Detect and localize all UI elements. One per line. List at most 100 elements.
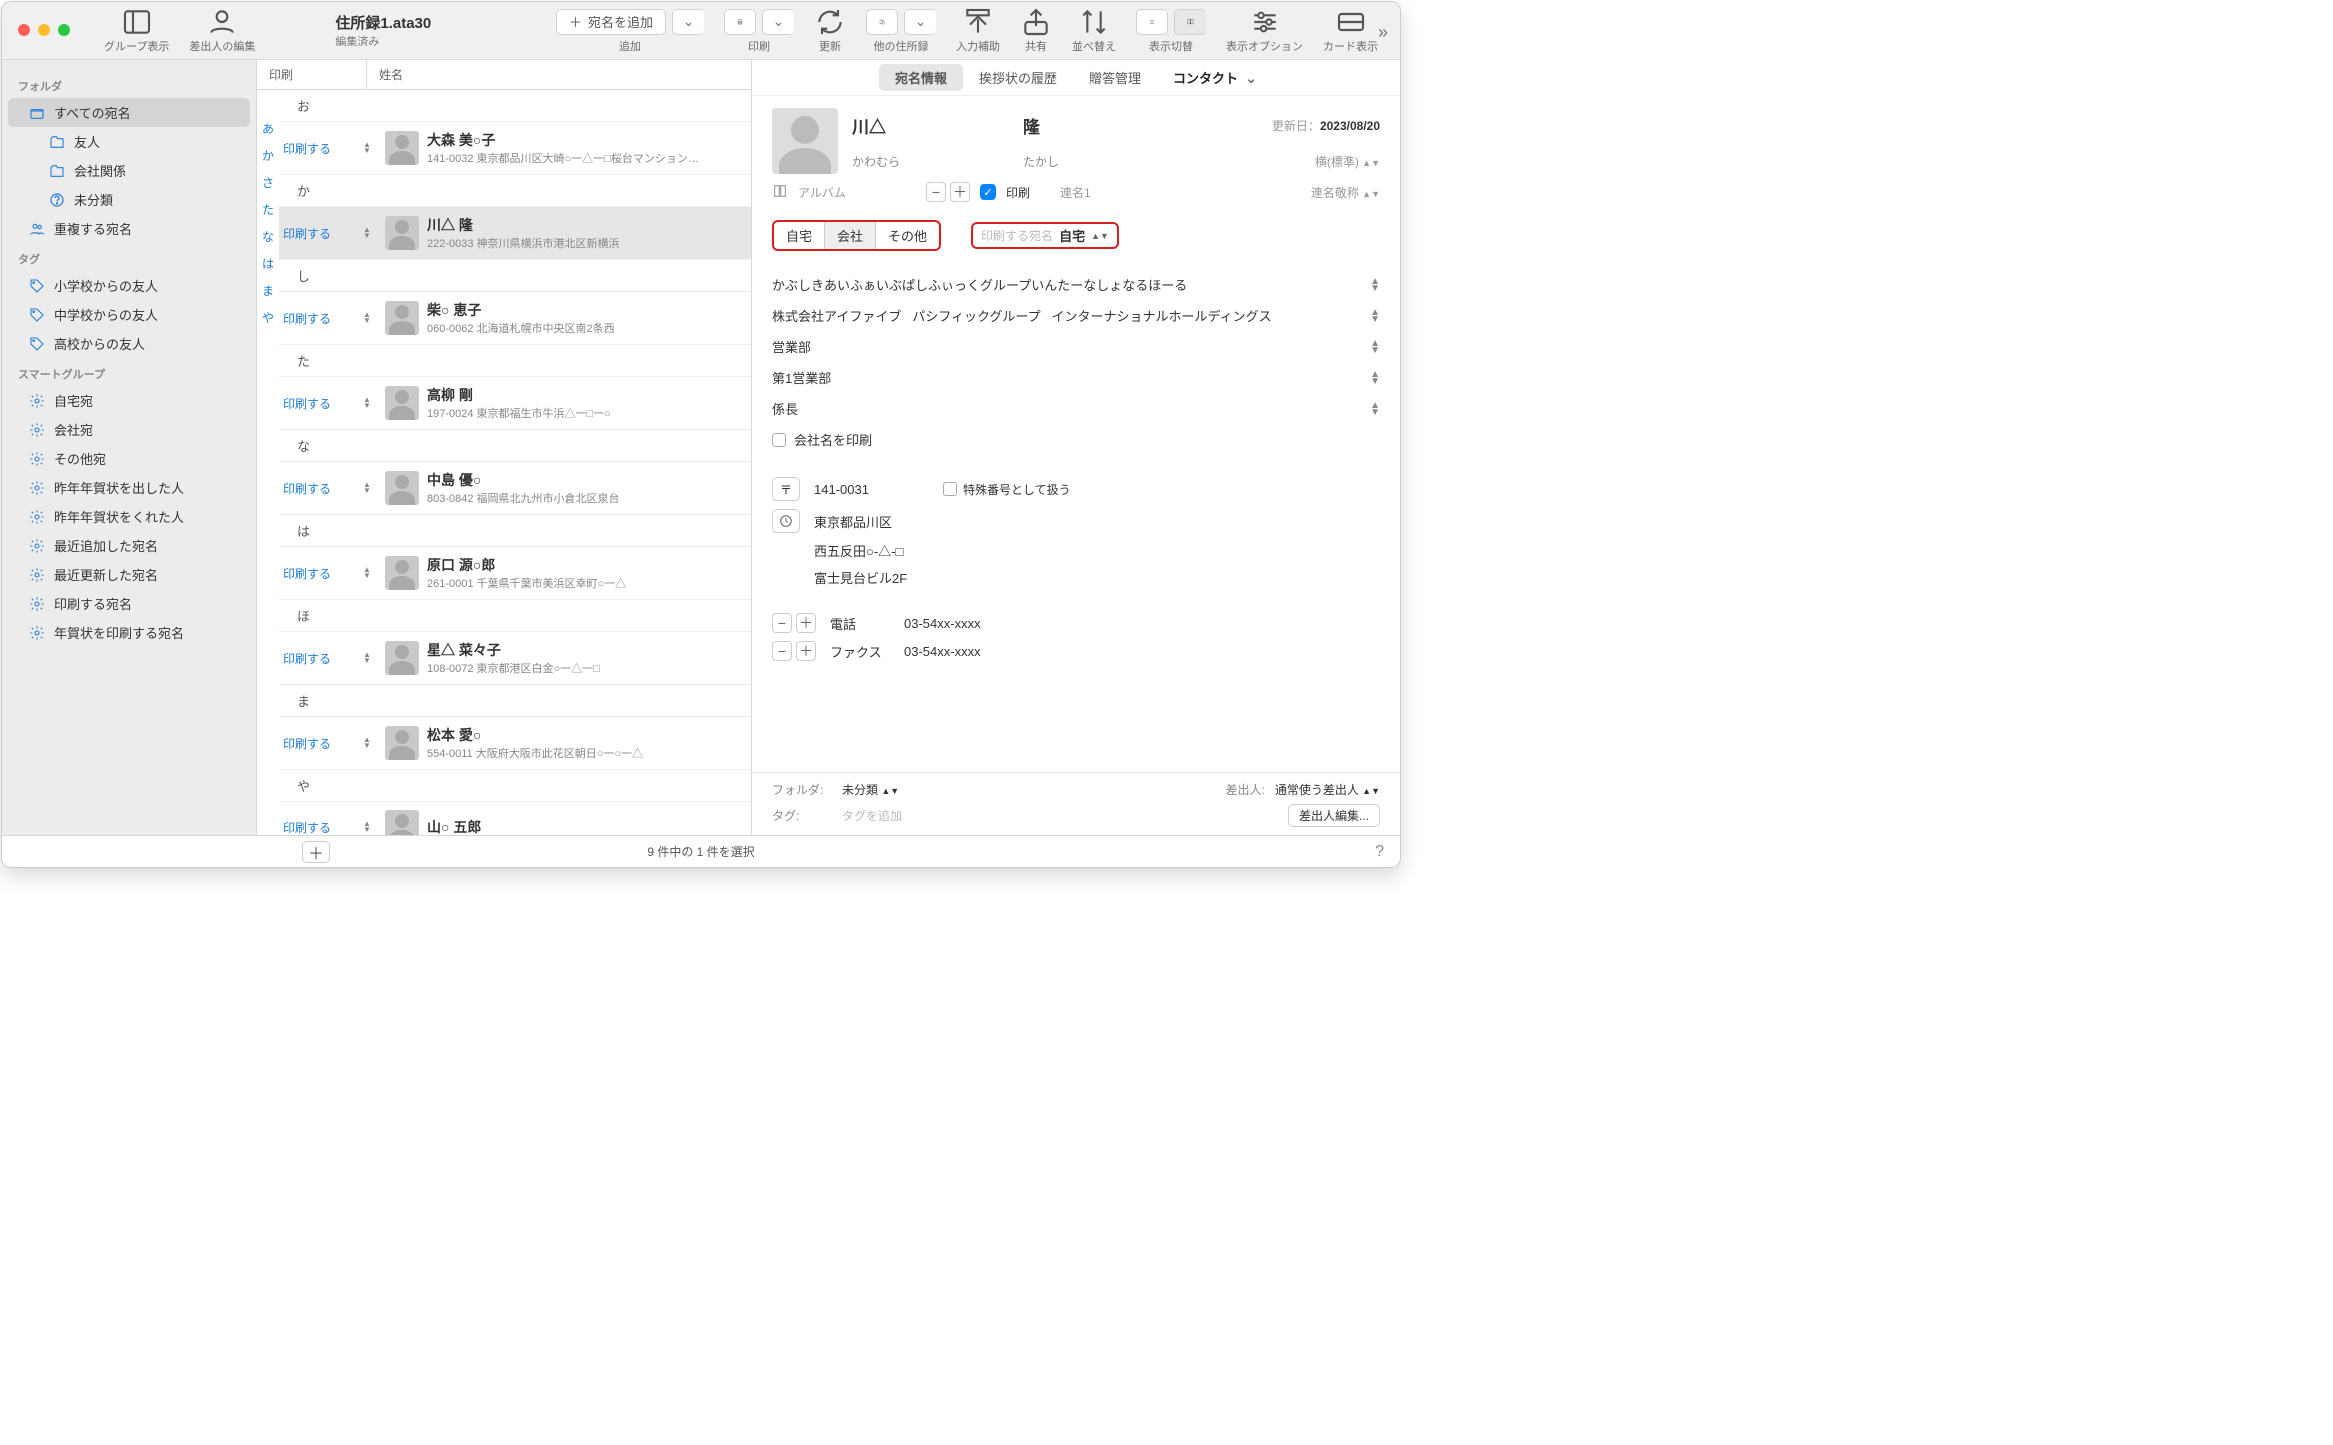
list-row[interactable]: 印刷する ▲▼ 原口 源○郎261-0001 千葉県千葉市美浜区幸町○一△ xyxy=(279,547,751,600)
phone-value[interactable]: 03-54xx-xxxx xyxy=(904,616,981,631)
sort-handle[interactable]: ▲▼ xyxy=(357,821,377,833)
sidebar-smart-3[interactable]: その他宛 xyxy=(8,444,250,473)
print-checkbox[interactable]: ✓ xyxy=(980,184,996,200)
sort-handle[interactable]: ▲▼ xyxy=(357,142,377,154)
tab-contact[interactable]: コンタクト ⌄ xyxy=(1157,64,1273,91)
input-assist-icon[interactable] xyxy=(962,9,994,35)
print-dropdown[interactable]: ⌄ xyxy=(762,9,794,35)
sidebar-smart-8[interactable]: 印刷する宛名 xyxy=(8,589,250,618)
view-list-icon[interactable] xyxy=(1136,9,1168,35)
overflow-icon[interactable]: » xyxy=(1378,22,1388,43)
sort-handle[interactable]: ▲▼ xyxy=(357,227,377,239)
print-toggle[interactable]: 印刷する xyxy=(279,310,357,327)
stepper-icon[interactable]: ▲▼ xyxy=(1370,309,1380,323)
company-kana[interactable]: かぶしきあいふぁいぶぱしふぃっくグループいんたーなしょなるほーる xyxy=(772,275,1370,294)
seg-other[interactable]: その他 xyxy=(876,222,939,249)
sidebar-item-unclassified[interactable]: 未分類 xyxy=(8,185,250,214)
orientation-select[interactable]: 横(標準) ▲▼ xyxy=(1194,153,1380,170)
help-icon[interactable]: ? xyxy=(1375,843,1384,861)
plus-button[interactable]: ＋ xyxy=(796,641,816,661)
sidebar-smart-5[interactable]: 昨年年賀状をくれた人 xyxy=(8,502,250,531)
job-title[interactable]: 係長 xyxy=(772,399,1370,418)
sidebar-smart-9[interactable]: 年賀状を印刷する宛名 xyxy=(8,618,250,647)
sidebar-tag-1[interactable]: 小学校からの友人 xyxy=(8,271,250,300)
seg-home[interactable]: 自宅 xyxy=(774,222,825,249)
sidebar-item-duplicates[interactable]: 重複する宛名 xyxy=(8,214,250,243)
plus-button[interactable]: ＋ xyxy=(796,613,816,633)
list-row[interactable]: 印刷する ▲▼ 松本 愛○554-0011 大阪府大阪市此花区朝日○一○一△ xyxy=(279,717,751,770)
sidebar-smart-2[interactable]: 会社宛 xyxy=(8,415,250,444)
dept1[interactable]: 営業部 xyxy=(772,337,1370,356)
sort-handle[interactable]: ▲▼ xyxy=(357,737,377,749)
given-kana[interactable]: たかし xyxy=(1023,153,1178,170)
minus-button[interactable]: − xyxy=(772,613,792,633)
dept2[interactable]: 第1営業部 xyxy=(772,368,1370,387)
sidebar-smart-4[interactable]: 昨年年賀状を出した人 xyxy=(8,473,250,502)
zip[interactable]: 141-0031 xyxy=(814,482,869,497)
list-row[interactable]: 印刷する ▲▼ 柴○ 恵子060-0062 北海道札幌市中央区南2条西 xyxy=(279,292,751,345)
addr-line1[interactable]: 東京都品川区 xyxy=(814,512,892,531)
print-toggle[interactable]: 印刷する xyxy=(279,819,357,836)
list-col-name[interactable]: 姓名 xyxy=(367,66,403,83)
sidebar-smart-7[interactable]: 最近更新した宛名 xyxy=(8,560,250,589)
sidebar-tag-2[interactable]: 中学校からの友人 xyxy=(8,300,250,329)
sort-handle[interactable]: ▲▼ xyxy=(357,567,377,579)
album-label[interactable]: アルバム xyxy=(798,184,846,201)
stepper-icon[interactable]: ▲▼ xyxy=(1370,371,1380,385)
fax-value[interactable]: 03-54xx-xxxx xyxy=(904,644,981,659)
seg-office[interactable]: 会社 xyxy=(825,222,876,249)
plus-button[interactable]: ＋ xyxy=(950,182,970,202)
sort-handle[interactable]: ▲▼ xyxy=(357,312,377,324)
print-toggle[interactable]: 印刷する xyxy=(279,735,357,752)
print-destination-select[interactable]: 印刷する宛名 自宅 ▲▼ xyxy=(971,222,1119,249)
sidebar-item-all[interactable]: すべての宛名 xyxy=(8,98,250,127)
close-window[interactable] xyxy=(18,24,30,36)
sidebar-smart-6[interactable]: 最近追加した宛名 xyxy=(8,531,250,560)
checkbox-empty[interactable] xyxy=(943,482,957,496)
sort-icon[interactable] xyxy=(1078,9,1110,35)
stepper-icon[interactable]: ▲▼ xyxy=(1370,340,1380,354)
other-books-dropdown[interactable]: ⌄ xyxy=(904,9,936,35)
group-view-icon[interactable] xyxy=(121,9,153,35)
add-row-button[interactable]: ＋ xyxy=(302,841,330,863)
contact-avatar[interactable] xyxy=(772,108,838,174)
tab-history[interactable]: 挨拶状の履歴 xyxy=(963,64,1073,91)
print-toggle[interactable]: 印刷する xyxy=(279,650,357,667)
maximize-window[interactable] xyxy=(58,24,70,36)
print-icon[interactable] xyxy=(724,9,756,35)
list-row[interactable]: 印刷する ▲▼ 星△ 菜々子108-0072 東京都港区白金○一△一□ xyxy=(279,632,751,685)
addr-line3[interactable]: 富士見台ビル2F xyxy=(814,568,907,587)
sidebar-smart-1[interactable]: 自宅宛 xyxy=(8,386,250,415)
minus-button[interactable]: − xyxy=(772,641,792,661)
sender-value[interactable]: 通常使う差出人 ▲▼ xyxy=(1275,781,1380,798)
add-addressee-button[interactable]: ＋宛名を追加 xyxy=(556,9,666,35)
tab-info[interactable]: 宛名情報 xyxy=(879,64,963,91)
given-name[interactable]: 隆 xyxy=(1023,113,1178,138)
print-toggle[interactable]: 印刷する xyxy=(279,140,357,157)
addr-line2[interactable]: 西五反田○-△-□ xyxy=(814,541,903,560)
card-view-icon[interactable] xyxy=(1335,9,1367,35)
checkbox-empty[interactable] xyxy=(772,433,786,447)
minimize-window[interactable] xyxy=(38,24,50,36)
print-toggle[interactable]: 印刷する xyxy=(279,225,357,242)
sender-edit-icon[interactable] xyxy=(206,9,238,35)
print-toggle[interactable]: 印刷する xyxy=(279,565,357,582)
clock-icon[interactable] xyxy=(772,509,800,533)
list-row[interactable]: 印刷する ▲▼ 中島 優○803-0842 福岡県北九州市小倉北区泉台 xyxy=(279,462,751,515)
view-options-icon[interactable] xyxy=(1249,9,1281,35)
surname-kana[interactable]: かわむら xyxy=(852,153,1007,170)
sort-handle[interactable]: ▲▼ xyxy=(357,397,377,409)
surname[interactable]: 川△ xyxy=(852,113,1007,138)
other-books-icon[interactable] xyxy=(866,9,898,35)
minus-button[interactable]: − xyxy=(926,182,946,202)
list-row[interactable]: 印刷する ▲▼ 高柳 剛197-0024 東京都福生市牛浜△一□一○ xyxy=(279,377,751,430)
sidebar-tag-3[interactable]: 高校からの友人 xyxy=(8,329,250,358)
stepper-icon[interactable]: ▲▼ xyxy=(1370,278,1380,292)
sort-handle[interactable]: ▲▼ xyxy=(357,482,377,494)
refresh-icon[interactable] xyxy=(814,9,846,35)
view-column-icon[interactable] xyxy=(1174,9,1206,35)
tab-gift[interactable]: 贈答管理 xyxy=(1073,64,1157,91)
joint-name[interactable]: 連名1 xyxy=(1060,184,1091,201)
sidebar-item-company[interactable]: 会社関係 xyxy=(8,156,250,185)
stepper-icon[interactable]: ▲▼ xyxy=(1370,402,1380,416)
